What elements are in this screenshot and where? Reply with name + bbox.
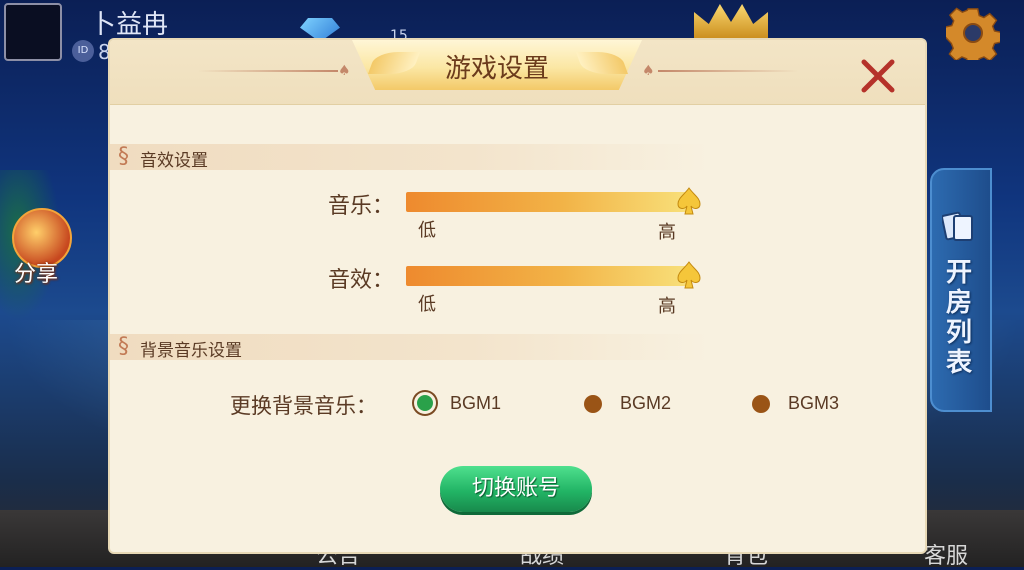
- spade-ornament-icon: ♠: [642, 63, 655, 79]
- share-button[interactable]: 分享: [10, 208, 74, 288]
- radio-unselected-icon: [752, 394, 770, 413]
- spade-ornament-icon: ♠: [338, 63, 351, 79]
- bgm-section-header: § 背景音乐设置: [110, 334, 710, 361]
- scroll-ornament-icon: §: [118, 334, 129, 359]
- change-bgm-label: 更换背景音乐：: [230, 394, 377, 418]
- effects-low-label: 低: [418, 294, 436, 315]
- scroll-ornament-icon: §: [118, 144, 129, 169]
- bgm2-label: BGM2: [620, 393, 672, 413]
- bgm3-radio[interactable]: BGM3: [752, 393, 839, 414]
- gear-icon[interactable]: [946, 6, 1000, 60]
- spade-knob-icon[interactable]: [676, 186, 702, 216]
- close-icon[interactable]: [858, 56, 898, 96]
- bgm1-label: BGM1: [450, 392, 502, 413]
- music-label: 音乐：: [328, 194, 395, 219]
- header-divider-right: [658, 70, 798, 72]
- dialog-header: ♠ 游戏设置 ♠: [110, 40, 925, 105]
- radio-selected-icon: [414, 392, 436, 414]
- diamond-icon[interactable]: [300, 18, 340, 42]
- sound-section-header: § 音效设置: [110, 144, 710, 171]
- effects-high-label: 高: [658, 296, 676, 317]
- bgm3-label: BGM3: [788, 393, 840, 413]
- user-id: 8: [98, 40, 111, 64]
- sound-section-title: 音效设置: [140, 151, 208, 171]
- crown-icon[interactable]: [694, 4, 768, 40]
- id-badge-icon: ID: [72, 40, 94, 62]
- music-high-label: 高: [658, 222, 676, 243]
- effects-slider[interactable]: [406, 261, 701, 289]
- bgm2-radio[interactable]: BGM2: [584, 393, 671, 414]
- music-low-label: 低: [418, 220, 436, 241]
- room-list-button[interactable]: 开房列表: [930, 168, 992, 412]
- switch-account-button[interactable]: 切换账号: [440, 466, 592, 512]
- share-label: 分享: [14, 262, 59, 287]
- bgm1-radio[interactable]: BGM1: [414, 392, 501, 414]
- bottom-item-service[interactable]: 客服: [924, 538, 968, 570]
- radio-unselected-icon: [584, 394, 602, 413]
- spade-knob-icon[interactable]: [676, 260, 702, 290]
- settings-dialog: ♠ 游戏设置 ♠ § 音效设置 音乐： 低 高 音效： 低 高 § 背景音乐设置…: [110, 40, 925, 552]
- avatar[interactable]: [4, 3, 62, 61]
- dialog-title: 游戏设置: [444, 54, 549, 84]
- header-divider-left: [198, 70, 338, 72]
- username: 卜益冉: [90, 10, 169, 40]
- bgm-section-title: 背景音乐设置: [140, 341, 242, 361]
- effects-label: 音效：: [328, 268, 395, 293]
- cards-icon: [942, 211, 973, 241]
- room-list-label: 开房列表: [946, 258, 973, 378]
- music-slider[interactable]: [406, 187, 701, 215]
